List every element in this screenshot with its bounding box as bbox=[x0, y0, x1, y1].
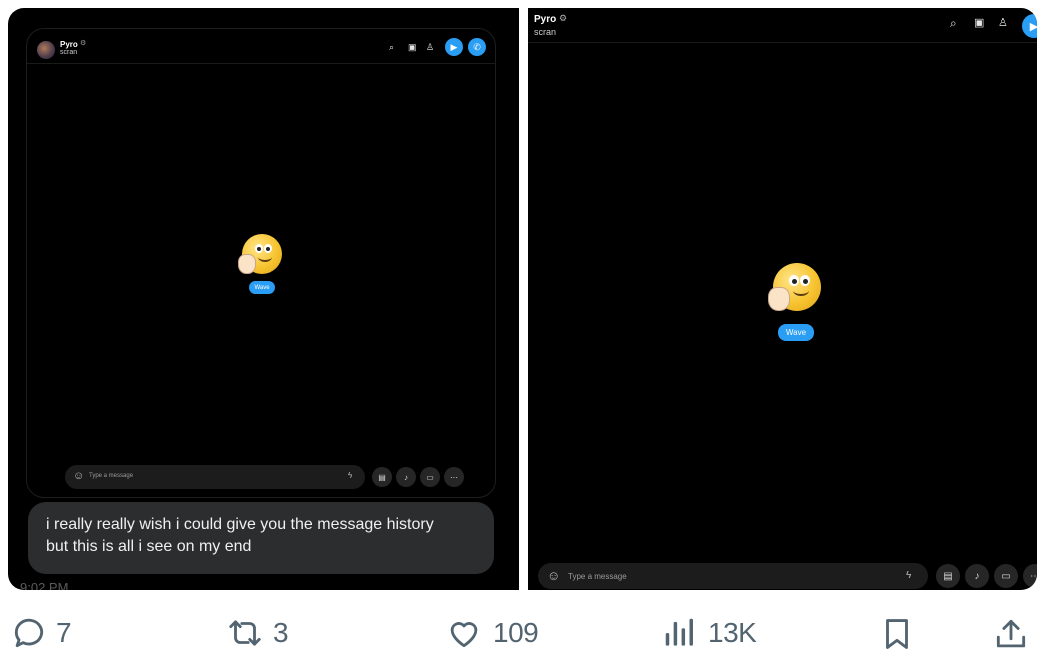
avatar[interactable] bbox=[37, 41, 55, 59]
message-input[interactable]: Type a message bbox=[89, 473, 133, 479]
file-button[interactable]: ▤ bbox=[936, 564, 960, 588]
message-timestamp: 9:02 PM bbox=[20, 580, 69, 590]
contact-card-icon: ▭ bbox=[426, 472, 434, 482]
left-screenshot[interactable]: Pyro ⚙ scran ⌕ ▣ ♙ ▶ ✆ Wave ☺ Type a mes… bbox=[8, 8, 519, 590]
like-icon bbox=[450, 622, 478, 648]
mic-icon: ♪ bbox=[974, 570, 980, 582]
emoji-icon[interactable]: ☺ bbox=[73, 470, 84, 482]
wave-emoji bbox=[238, 234, 282, 274]
like-count: 109 bbox=[493, 617, 539, 648]
mic-button[interactable]: ♪ bbox=[965, 564, 989, 588]
search-icon[interactable]: ⌕ bbox=[950, 17, 957, 29]
video-call-button[interactable]: ▶ bbox=[1022, 14, 1037, 38]
views-icon bbox=[665, 618, 693, 646]
video-call-button[interactable]: ▶ bbox=[445, 38, 463, 56]
contact-card-icon: ▭ bbox=[1001, 570, 1011, 582]
file-button[interactable]: ▤ bbox=[372, 467, 392, 487]
giphy-icon[interactable]: ϟ bbox=[348, 471, 352, 480]
more-button[interactable]: ⋯ bbox=[444, 467, 464, 487]
mic-icon: ♪ bbox=[404, 472, 408, 482]
wave-reaction-label[interactable]: Wave bbox=[249, 281, 275, 294]
add-contact-icon[interactable]: ♙ bbox=[426, 42, 434, 52]
settings-icon: ⚙ bbox=[80, 40, 87, 47]
tweet-media[interactable]: Pyro ⚙ scran ⌕ ▣ ♙ ▶ ✆ Wave ☺ Type a mes… bbox=[8, 8, 1037, 590]
contact-name[interactable]: Pyro bbox=[60, 40, 78, 49]
bookmark-icon bbox=[886, 619, 908, 649]
share-button[interactable] bbox=[992, 614, 1030, 654]
contact-card-button[interactable]: ▭ bbox=[994, 564, 1018, 588]
add-contact-icon[interactable]: ♙ bbox=[998, 18, 1008, 29]
message-input[interactable]: Type a message bbox=[568, 572, 627, 581]
reply-icon bbox=[14, 618, 44, 648]
reply-count: 7 bbox=[56, 617, 72, 648]
message-composer[interactable]: ☺ Type a message ϟ bbox=[538, 563, 928, 589]
reply-button[interactable]: 7 bbox=[10, 614, 72, 652]
repost-icon bbox=[229, 620, 261, 646]
gallery-icon[interactable]: ▣ bbox=[408, 42, 417, 52]
like-button[interactable]: 109 bbox=[443, 614, 539, 652]
views-button[interactable]: 13K bbox=[660, 614, 757, 652]
bookmark-button[interactable] bbox=[878, 614, 916, 654]
video-call-icon: ▶ bbox=[450, 41, 458, 52]
right-screenshot[interactable]: Pyro ⚙ scran ⌕ ▣ ♙ ▶ Wave ☺ Type a messa… bbox=[528, 8, 1037, 590]
file-icon: ▤ bbox=[378, 472, 386, 482]
header-divider bbox=[27, 63, 495, 64]
header-divider bbox=[528, 42, 1037, 43]
audio-call-icon: ✆ bbox=[473, 41, 481, 52]
settings-icon: ⚙ bbox=[559, 13, 568, 23]
search-icon[interactable]: ⌕ bbox=[389, 42, 394, 52]
contact-card-button[interactable]: ▭ bbox=[420, 467, 440, 487]
more-icon: ⋯ bbox=[1030, 570, 1037, 582]
contact-status: scran bbox=[534, 27, 557, 37]
wave-reaction-label[interactable]: Wave bbox=[778, 324, 814, 341]
emoji-icon[interactable]: ☺ bbox=[547, 568, 560, 583]
wave-emoji bbox=[768, 263, 821, 311]
views-count: 13K bbox=[708, 617, 757, 648]
more-button[interactable]: ⋯ bbox=[1023, 564, 1037, 588]
tweet-action-bar: 7 3 109 13K bbox=[0, 600, 1037, 663]
message-line-2: but this is all i see on my end bbox=[46, 538, 252, 555]
repost-count: 3 bbox=[273, 617, 289, 648]
contact-name[interactable]: Pyro bbox=[534, 14, 556, 25]
message-bubble: i really really wish i could give you th… bbox=[28, 502, 494, 574]
file-icon: ▤ bbox=[943, 570, 953, 582]
gallery-icon[interactable]: ▣ bbox=[974, 18, 984, 29]
share-icon bbox=[996, 619, 1026, 648]
message-line-1: i really really wish i could give you th… bbox=[46, 516, 434, 533]
audio-call-button[interactable]: ✆ bbox=[468, 38, 486, 56]
giphy-icon[interactable]: ϟ bbox=[906, 570, 911, 581]
repost-button[interactable]: 3 bbox=[225, 614, 289, 652]
mic-button[interactable]: ♪ bbox=[396, 467, 416, 487]
skype-window: Pyro ⚙ scran ⌕ ▣ ♙ ▶ ✆ Wave ☺ Type a mes… bbox=[26, 28, 496, 498]
contact-status: scran bbox=[60, 49, 78, 56]
more-icon: ⋯ bbox=[450, 472, 458, 482]
video-call-icon: ▶ bbox=[1029, 20, 1037, 33]
message-composer[interactable]: ☺ Type a message ϟ bbox=[65, 465, 365, 489]
